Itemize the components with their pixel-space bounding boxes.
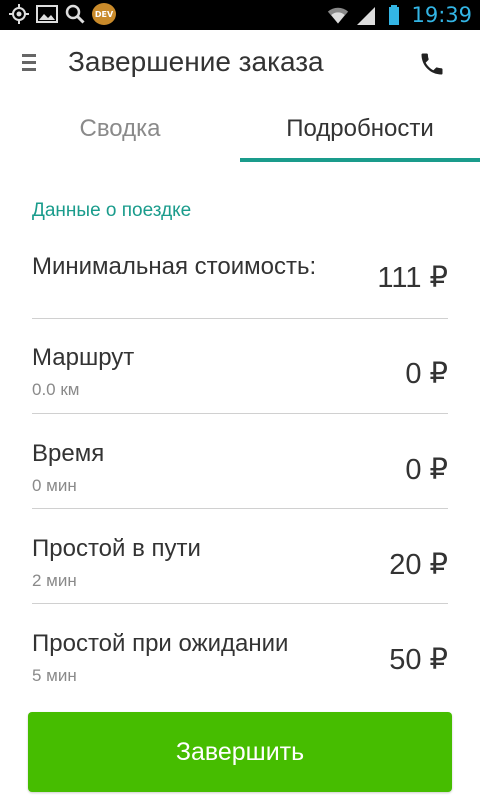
- detail-row-time: Время 0 мин 0 ₽: [32, 440, 448, 500]
- detail-row-min-cost: Минимальная стоимость: 111 ₽: [32, 250, 448, 310]
- row-sub: 2 мин: [32, 571, 77, 590]
- detail-row-route: Маршрут 0.0 км 0 ₽: [32, 344, 448, 404]
- divider: [32, 603, 448, 604]
- row-label: Время: [32, 440, 105, 467]
- row-label: Маршрут: [32, 344, 135, 371]
- divider: [32, 318, 448, 319]
- divider: [32, 413, 448, 414]
- battery-icon: [383, 4, 405, 26]
- app-toolbar: Завершение заказа: [0, 30, 480, 96]
- tab-indicator: [240, 158, 480, 162]
- gps-icon: [8, 3, 30, 25]
- image-icon: [36, 3, 58, 25]
- row-sub: 5 мин: [32, 666, 77, 685]
- row-amount: 0 ₽: [405, 358, 448, 390]
- status-bar: DEV 19:39: [0, 0, 480, 30]
- status-time: 19:39: [411, 3, 472, 27]
- finish-button[interactable]: Завершить: [28, 712, 452, 792]
- phone-icon[interactable]: [412, 44, 452, 84]
- row-label: Простой в пути: [32, 535, 201, 562]
- detail-row-idle-waiting: Простой при ожидании 5 мин 50 ₽: [32, 630, 448, 690]
- page-title: Завершение заказа: [68, 46, 324, 77]
- row-amount: 0 ₽: [405, 454, 448, 486]
- search-icon: [64, 3, 86, 25]
- row-label: Минимальная стоимость:: [32, 253, 317, 280]
- row-sub: 0 мин: [32, 476, 77, 495]
- status-bar-right: 19:39: [327, 2, 472, 28]
- row-amount: 111 ₽: [377, 262, 448, 294]
- section-title: Данные о поездке: [32, 200, 192, 221]
- detail-row-idle-route: Простой в пути 2 мин 20 ₽: [32, 535, 448, 595]
- row-amount: 50 ₽: [389, 644, 448, 676]
- status-bar-left: DEV: [8, 3, 116, 25]
- dev-badge: DEV: [92, 3, 116, 25]
- tab-bar: Сводка Подробности: [0, 96, 480, 164]
- row-sub: 0.0 км: [32, 380, 80, 399]
- tab-details[interactable]: Подробности: [240, 96, 480, 162]
- menu-icon[interactable]: [18, 50, 40, 76]
- divider: [32, 508, 448, 509]
- tab-summary[interactable]: Сводка: [0, 96, 240, 162]
- row-label: Простой при ожидании: [32, 630, 289, 657]
- wifi-icon: [327, 4, 349, 26]
- signal-icon: [355, 4, 377, 26]
- row-amount: 20 ₽: [389, 549, 448, 581]
